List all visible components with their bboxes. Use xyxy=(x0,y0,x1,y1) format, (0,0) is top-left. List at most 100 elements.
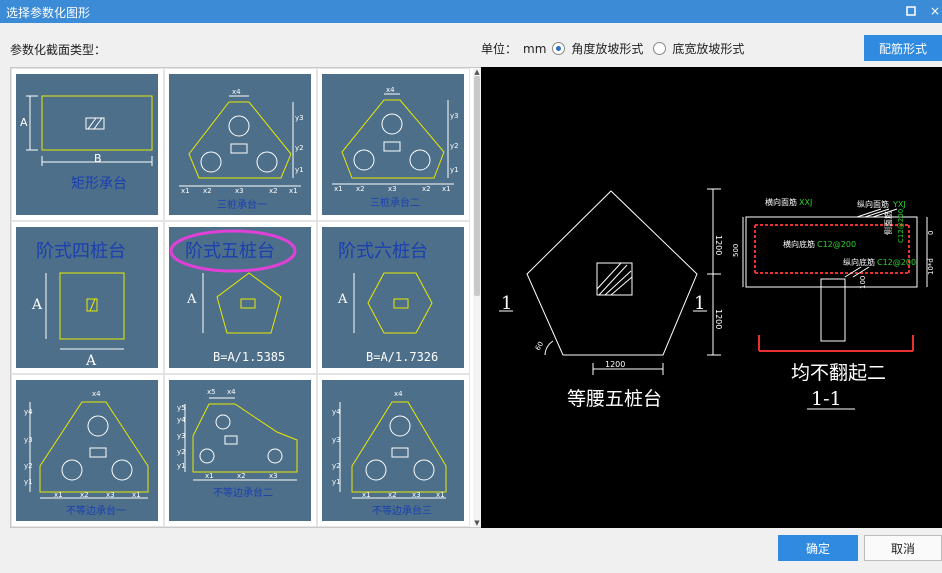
thumbnail: x5 x4 y5 y4 y3 y2 y1 x1 x2 x3 不等边承台二 xyxy=(169,380,311,521)
thumbnail: A B 矩形承台 xyxy=(16,74,158,215)
svg-text:y3: y3 xyxy=(332,436,341,444)
svg-text:x1: x1 xyxy=(436,491,445,499)
svg-text:x2: x2 xyxy=(356,185,365,193)
unit-row: 单位： mm 角度放坡形式 底宽放坡形式 xyxy=(481,40,750,57)
rebar-label: 横向面筋 xyxy=(765,197,797,207)
preview-right-title: 均不翻起二 xyxy=(791,362,886,384)
scroll-down-icon[interactable]: ▼ xyxy=(473,519,481,527)
gallery-item-uneq-3[interactable]: x4 y4 y3 y2 y1 x1 x2 x3 x1 不等边承台三 xyxy=(317,374,470,527)
cancel-button[interactable]: 取消 xyxy=(864,535,942,561)
scroll-thumb[interactable] xyxy=(474,76,480,296)
svg-text:x1: x1 xyxy=(181,187,190,195)
svg-text:x1: x1 xyxy=(334,185,343,193)
svg-text:B=A/1.7326: B=A/1.7326 xyxy=(366,350,438,364)
gallery-item-three-pile-1[interactable]: x4 y3 y2 y1 x1 x2 x3 x2 x1 三桩承台一 xyxy=(164,68,317,221)
dim-label: 1200 xyxy=(714,309,723,329)
rebar-label: 纵向面筋 xyxy=(857,199,889,209)
window-title: 选择参数化图形 xyxy=(6,6,91,20)
gallery-caption: 不等边承台二 xyxy=(213,486,273,499)
svg-text:x1: x1 xyxy=(442,185,451,193)
unit-value: mm xyxy=(523,41,547,56)
svg-text:y4: y4 xyxy=(332,408,341,416)
close-icon[interactable]: × xyxy=(926,2,942,20)
rebar-form-button[interactable]: 配筋形式 xyxy=(864,35,942,61)
thumbnail: 阶式五桩台 A B=A/1.5385 xyxy=(169,227,311,368)
angle-slope-label[interactable]: 角度放坡形式 xyxy=(571,40,643,57)
svg-text:x1: x1 xyxy=(54,491,63,499)
thumbnail: x4 y3 y2 y1 x1 x2 x3 x2 x1 三桩承台一 xyxy=(169,74,311,215)
section-type-label: 参数化截面类型： xyxy=(10,43,107,57)
thumbnail: x4 y4 y3 y2 y1 x1 x2 x3 x1 不等边承台三 xyxy=(322,380,464,521)
svg-text:x3: x3 xyxy=(106,491,115,499)
preview-section-label: 1-1 xyxy=(811,388,842,410)
preview-panel: 1 1 1200 1200 1200 60 等腰五桩台 500 横向面筋 XXJ… xyxy=(481,67,942,528)
dim-label: A xyxy=(20,116,28,129)
gallery-item-three-pile-2[interactable]: x4 y3 y2 y1 x1 x2 x3 x2 x1 三桩承台二 xyxy=(317,68,470,221)
gallery-caption: 矩形承台 xyxy=(71,176,127,192)
svg-text:x1: x1 xyxy=(132,491,141,499)
svg-text:x4: x4 xyxy=(386,86,395,94)
dim-label: 0 xyxy=(927,231,935,235)
rebar-label: 纵向底筋 xyxy=(843,257,875,267)
thumbnail: x4 y4 y3 y2 y1 x1 x2 x3 x1 不等边承台一 xyxy=(16,380,158,521)
gallery-caption: 不等边承台三 xyxy=(372,504,432,517)
svg-text:y3: y3 xyxy=(450,112,459,120)
width-slope-label[interactable]: 底宽放坡形式 xyxy=(672,40,744,57)
shape-gallery: A B 矩形承台 x4 y3 y2 y1 x1 x2 x3 x2 x1 三桩承台… xyxy=(10,67,482,528)
dim-label: B xyxy=(94,152,102,165)
gallery-item-step-six-pile[interactable]: 阶式六桩台 A B=A/1.7326 xyxy=(317,221,470,374)
rebar-value: C12@200 xyxy=(897,209,905,243)
dim-label: 1200 xyxy=(605,360,625,369)
rebar-label: 横向底筋 xyxy=(783,239,815,249)
dim-label: 10*d xyxy=(927,258,935,275)
rebar-value: C12@200 xyxy=(877,258,916,267)
gallery-caption: 阶式四桩台 xyxy=(36,241,126,262)
svg-text:x4: x4 xyxy=(232,88,241,96)
svg-text:x2: x2 xyxy=(422,185,431,193)
gallery-scrollbar[interactable]: ▲ ▼ xyxy=(473,68,481,527)
svg-text:y1: y1 xyxy=(295,166,304,174)
gallery-caption: 三桩承台一 xyxy=(217,198,267,211)
svg-text:y3: y3 xyxy=(295,114,304,122)
rebar-value: YXJ xyxy=(892,200,906,209)
gallery-item-step-five-pile[interactable]: 阶式五桩台 A B=A/1.5385 xyxy=(164,221,317,374)
gallery-item-uneq-1[interactable]: x4 y4 y3 y2 y1 x1 x2 x3 x1 不等边承台一 xyxy=(11,374,164,527)
svg-text:y1: y1 xyxy=(177,462,186,470)
svg-text:y1: y1 xyxy=(24,478,33,486)
gallery-caption: 阶式六桩台 xyxy=(338,241,428,262)
svg-text:x5: x5 xyxy=(207,388,216,396)
svg-text:y5: y5 xyxy=(177,404,186,412)
section-mark: 1 xyxy=(501,293,512,314)
gallery-caption: 三桩承台二 xyxy=(370,196,420,209)
thumbnail: 阶式六桩台 A B=A/1.7326 xyxy=(322,227,464,368)
svg-text:x3: x3 xyxy=(412,491,421,499)
gallery-item-rect-cap[interactable]: A B 矩形承台 xyxy=(11,68,164,221)
svg-text:x3: x3 xyxy=(235,187,244,195)
width-slope-radio[interactable] xyxy=(653,42,667,55)
gallery-caption: 阶式五桩台 xyxy=(185,241,275,262)
maximize-icon[interactable] xyxy=(902,2,920,20)
ok-button[interactable]: 确定 xyxy=(778,535,858,561)
preview-left-title: 等腰五桩台 xyxy=(567,388,662,410)
svg-text:y2: y2 xyxy=(295,144,304,152)
svg-text:A: A xyxy=(337,292,348,307)
svg-text:y3: y3 xyxy=(24,436,33,444)
svg-text:x4: x4 xyxy=(394,390,403,398)
angle-slope-radio[interactable] xyxy=(552,42,566,55)
scroll-up-icon[interactable]: ▲ xyxy=(473,68,481,76)
svg-text:x3: x3 xyxy=(388,185,397,193)
svg-text:x1: x1 xyxy=(289,187,298,195)
svg-text:x4: x4 xyxy=(227,388,236,396)
svg-text:y2: y2 xyxy=(332,462,341,470)
gallery-item-step-four-pile[interactable]: 阶式四桩台 A A xyxy=(11,221,164,374)
gallery-item-uneq-2[interactable]: x5 x4 y5 y4 y3 y2 y1 x1 x2 x3 不等边承台二 xyxy=(164,374,317,527)
title-bar: 选择参数化图形 × xyxy=(0,0,942,23)
svg-text:x1: x1 xyxy=(205,472,214,480)
height-dim: 500 xyxy=(732,244,740,257)
angle-label: 60 xyxy=(534,340,545,352)
svg-text:y1: y1 xyxy=(332,478,341,486)
thumbnail: x4 y3 y2 y1 x1 x2 x3 x2 x1 三桩承台二 xyxy=(322,74,464,215)
section-mark: 1 xyxy=(694,293,705,314)
svg-text:y4: y4 xyxy=(177,416,186,424)
svg-text:y4: y4 xyxy=(24,408,33,416)
